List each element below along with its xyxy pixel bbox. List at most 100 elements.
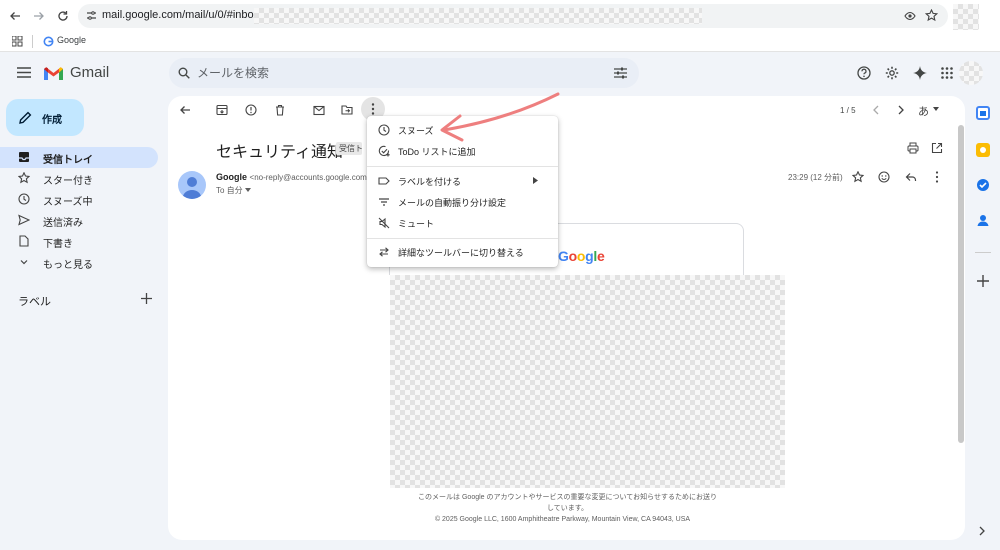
compose-button[interactable]: 作成 — [6, 99, 84, 136]
sidebar-item-label: スヌーズ中 — [43, 197, 93, 208]
sidebar-item-starred[interactable]: スター付き — [0, 168, 158, 189]
star-toggle-icon[interactable] — [852, 171, 864, 183]
email-timestamp: 23:29 (12 分前) — [788, 173, 843, 182]
email-footer-notice: このメールは Google のアカウントやサービスの重要な変更についてお知らせす… — [418, 494, 717, 512]
keep-icon[interactable] — [976, 143, 990, 157]
calendar-icon[interactable] — [976, 106, 990, 120]
emoji-reaction-icon[interactable] — [878, 171, 890, 183]
add-task-icon — [378, 145, 390, 157]
menu-item-add-to-tasks[interactable]: ToDo リストに追加 — [367, 141, 558, 161]
sender-email: <no-reply@accounts.google.com> — [249, 173, 372, 182]
redacted-email-content — [390, 275, 785, 488]
menu-item-label: スヌーズ — [398, 126, 434, 136]
pencil-icon — [19, 111, 32, 124]
input-tools-button[interactable]: あ — [918, 103, 929, 119]
sidebar-item-snoozed[interactable]: スヌーズ中 — [0, 189, 158, 210]
sidebar-item-drafts[interactable]: 下書き — [0, 231, 158, 252]
menu-item-filter-messages[interactable]: メールの自動振り分け設定 — [367, 192, 558, 212]
bookmarks-bar: Google — [0, 32, 1000, 52]
sidebar-item-label: 受信トレイ — [43, 155, 93, 166]
clock-icon — [18, 193, 30, 205]
google-apps-icon[interactable] — [941, 67, 953, 79]
browser-toolbar: mail.google.com/mail/u/0/#inbox/F — [0, 0, 1000, 32]
search-icon[interactable] — [178, 67, 190, 79]
mark-unread-icon[interactable] — [313, 104, 325, 116]
menu-item-label: 詳細なツールバーに切り替える — [398, 248, 524, 258]
chevron-down-icon — [18, 256, 30, 268]
url-text: mail.google.com/mail/u/0/#inbox/F — [102, 9, 269, 21]
profile-avatar-redacted[interactable] — [953, 4, 979, 30]
forward-arrow-icon[interactable] — [32, 9, 46, 23]
input-tools-dropdown-icon[interactable] — [933, 107, 939, 112]
gemini-sparkle-icon[interactable] — [913, 66, 927, 80]
print-icon[interactable] — [907, 142, 919, 154]
recipient-label: To 自分 — [216, 186, 243, 195]
side-panel-divider — [975, 252, 991, 253]
site-settings-icon[interactable] — [86, 10, 97, 21]
reload-icon[interactable] — [56, 9, 70, 23]
older-chevron-icon[interactable] — [897, 105, 905, 115]
menu-item-label-as[interactable]: ラベルを付ける — [367, 171, 558, 191]
reply-icon[interactable] — [905, 171, 917, 183]
report-spam-icon[interactable] — [245, 104, 257, 116]
bookmark-google[interactable]: Google — [57, 35, 86, 45]
add-label-icon[interactable] — [141, 293, 152, 304]
swap-icon — [378, 246, 390, 258]
eye-icon[interactable] — [904, 10, 916, 22]
bookmark-star-icon[interactable] — [925, 9, 938, 22]
pagination-count: 1 / 5 — [840, 106, 856, 115]
newer-chevron-icon[interactable] — [872, 105, 880, 115]
delete-icon[interactable] — [274, 104, 286, 116]
email-subject: セキュリティ通知 — [216, 144, 344, 161]
annotation-arrow — [440, 92, 560, 142]
menu-item-label: ToDo リストに追加 — [398, 147, 476, 157]
tasks-icon[interactable] — [976, 178, 990, 192]
archive-icon[interactable] — [216, 104, 228, 116]
gmail-logo-icon[interactable] — [43, 66, 64, 81]
menu-item-label: ミュート — [398, 219, 435, 229]
sidebar-item-inbox[interactable]: 受信トレイ — [0, 147, 158, 168]
settings-gear-icon[interactable] — [885, 66, 899, 80]
help-icon[interactable] — [857, 66, 871, 80]
search-options-icon[interactable] — [614, 67, 627, 79]
redacted-url — [254, 8, 702, 24]
recipient-dropdown-icon[interactable] — [244, 188, 251, 193]
menu-divider — [367, 238, 558, 239]
contacts-icon[interactable] — [976, 213, 990, 227]
account-avatar-redacted[interactable] — [959, 61, 983, 85]
address-bar[interactable]: mail.google.com/mail/u/0/#inbox/F — [78, 4, 948, 28]
back-arrow-icon[interactable] — [8, 9, 22, 23]
menu-item-mute[interactable]: ミュート — [367, 213, 558, 233]
star-icon — [18, 172, 30, 184]
sidebar-item-sent[interactable]: 送信済み — [0, 210, 158, 231]
google-body-logo: Google — [558, 248, 605, 264]
main-menu-icon[interactable] — [17, 67, 31, 78]
email-footer-address: © 2025 Google LLC, 1600 Amphitheatre Par… — [434, 516, 691, 523]
label-icon — [378, 175, 390, 187]
expand-side-panel-icon[interactable] — [978, 526, 986, 536]
inbox-icon — [18, 151, 30, 163]
message-more-icon[interactable] — [935, 171, 939, 183]
scrollbar[interactable] — [958, 125, 964, 443]
menu-item-switch-toolbar[interactable]: 詳細なツールバーに切り替える — [367, 242, 558, 262]
sender-name[interactable]: Google — [216, 172, 247, 182]
calendar-icon-mark — [980, 111, 986, 116]
move-to-icon[interactable] — [341, 104, 353, 116]
sidebar-item-label: 下書き — [43, 239, 73, 250]
sidebar-item-label: もっと見る — [43, 260, 93, 271]
mute-icon — [378, 217, 390, 229]
recipient-line[interactable]: To 自分 — [216, 185, 251, 196]
open-in-new-window-icon[interactable] — [931, 142, 943, 154]
avatar[interactable] — [178, 171, 206, 199]
gmail-logo-text[interactable]: Gmail — [70, 64, 109, 81]
labels-heading: ラベル — [18, 296, 51, 308]
search-bar[interactable] — [169, 58, 639, 88]
sidebar-item-label: スター付き — [43, 176, 93, 187]
inbox-label-chip[interactable]: 受信トレイ — [336, 142, 362, 155]
search-input[interactable] — [197, 63, 597, 83]
sidebar-item-more[interactable]: もっと見る — [0, 252, 158, 273]
apps-grid-icon[interactable] — [12, 36, 23, 47]
get-addons-icon[interactable] — [977, 275, 989, 287]
back-to-inbox-icon[interactable] — [179, 104, 191, 116]
draft-icon — [18, 235, 30, 247]
